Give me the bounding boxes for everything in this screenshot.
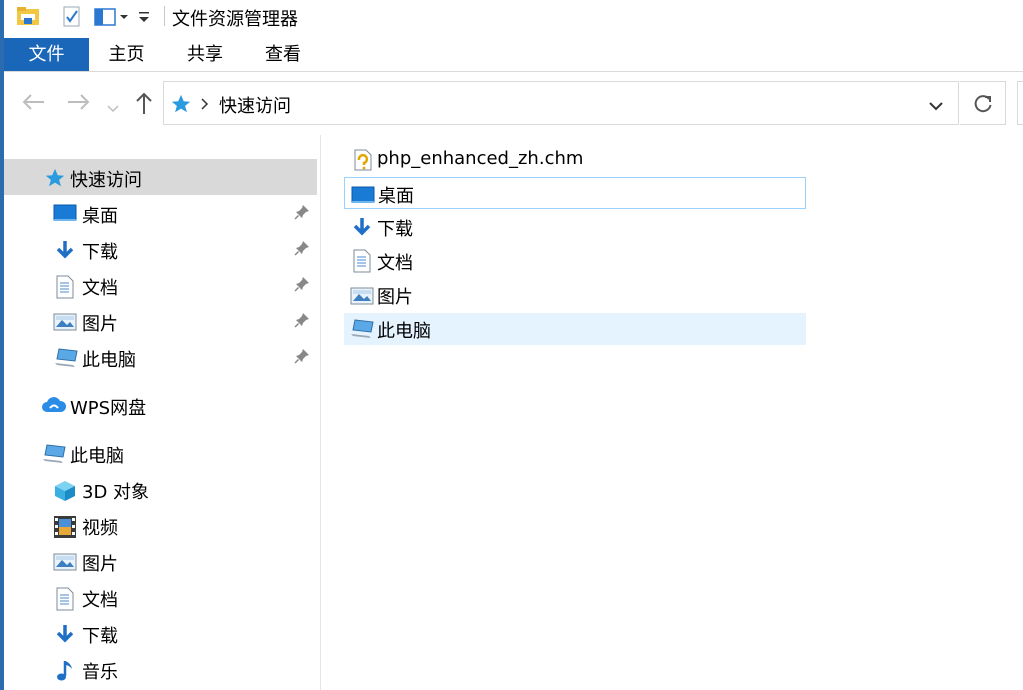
nav-item-3d-objects[interactable]: 3D 对象: [4, 471, 317, 507]
tab-share[interactable]: 共享: [166, 38, 244, 71]
pictures-icon: [350, 287, 374, 309]
nav-item-this-pc[interactable]: 此电脑: [4, 435, 317, 471]
nav-label: 下载: [82, 242, 118, 263]
customize-toolbar-chevron-icon[interactable]: [138, 9, 150, 29]
nav-label: 3D 对象: [82, 482, 150, 503]
desktop-icon: [53, 204, 77, 226]
nav-item-this-pc-pinned[interactable]: 此电脑: [4, 339, 317, 375]
nav-label: 桌面: [82, 206, 118, 227]
pin-icon[interactable]: [294, 312, 310, 332]
nav-item-documents[interactable]: 文档: [4, 267, 317, 303]
wps-cloud-icon: [41, 396, 67, 418]
nav-item-videos[interactable]: 视频: [4, 507, 317, 543]
list-item[interactable]: 文档: [344, 245, 806, 277]
nav-label: WPS网盘: [70, 398, 147, 419]
help-file-icon: [353, 148, 373, 176]
list-item[interactable]: 桌面: [344, 177, 806, 209]
up-arrow-icon[interactable]: [132, 90, 156, 121]
address-path[interactable]: 快速访问: [219, 92, 291, 118]
window-title: 文件资源管理器: [172, 9, 298, 30]
documents-icon: [55, 587, 75, 615]
back-arrow-icon[interactable]: [20, 90, 46, 119]
address-dropdown-chevron-icon[interactable]: [928, 97, 944, 116]
music-icon: [55, 659, 75, 687]
file-label: 图片: [377, 287, 413, 308]
refresh-button[interactable]: [960, 81, 1006, 125]
list-item[interactable]: php_enhanced_zh.chm: [344, 144, 806, 176]
pin-icon[interactable]: [294, 348, 310, 368]
nav-label: 此电脑: [82, 350, 136, 371]
download-icon: [352, 216, 372, 242]
nav-item-pictures[interactable]: 图片: [4, 303, 317, 339]
download-icon: [55, 623, 75, 649]
nav-item-pictures-pc[interactable]: 图片: [4, 543, 317, 579]
list-item[interactable]: 下载: [344, 211, 806, 243]
file-label: php_enhanced_zh.chm: [377, 148, 584, 169]
search-box[interactable]: [1017, 81, 1023, 125]
file-label: 文档: [377, 253, 413, 274]
nav-label: 文档: [82, 278, 118, 299]
title-separator: [164, 6, 165, 26]
this-pc-icon: [41, 443, 67, 469]
file-label: 此电脑: [377, 321, 431, 342]
navigation-pane: 快速访问 桌面 下载 文档 图片 此电脑 WPS网盘 此电脑 3D 对象 视频 …: [4, 135, 320, 690]
videos-icon: [53, 515, 77, 543]
refresh-icon: [972, 93, 994, 119]
nav-item-quick-access[interactable]: 快速访问: [4, 159, 317, 195]
nav-label: 视频: [82, 518, 118, 539]
pin-icon[interactable]: [294, 240, 310, 260]
nav-label: 下载: [82, 626, 118, 647]
documents-icon: [352, 249, 372, 277]
pictures-icon: [53, 553, 77, 575]
desktop-icon: [351, 186, 375, 208]
nav-label: 文档: [82, 590, 118, 611]
new-folder-icon[interactable]: [94, 8, 134, 30]
tab-home[interactable]: 主页: [89, 38, 164, 71]
properties-icon[interactable]: [62, 6, 82, 32]
quick-access-star-icon: [44, 167, 66, 193]
file-label: 下载: [377, 219, 413, 240]
pin-icon[interactable]: [294, 276, 310, 296]
file-label: 桌面: [378, 186, 414, 207]
pin-icon[interactable]: [294, 204, 310, 224]
ribbon-tabs: 文件 主页 共享 查看: [4, 38, 1023, 72]
address-bar[interactable]: 快速访问: [163, 81, 959, 125]
nav-item-documents-pc[interactable]: 文档: [4, 579, 317, 615]
this-pc-icon: [349, 318, 375, 344]
forward-arrow-icon[interactable]: [66, 90, 92, 119]
nav-item-music[interactable]: 音乐: [4, 651, 317, 687]
nav-label: 此电脑: [70, 446, 124, 467]
pictures-icon: [53, 313, 77, 335]
title-bar: 文件资源管理器: [4, 0, 1023, 34]
folder-icon[interactable]: [16, 5, 40, 31]
nav-item-downloads-pc[interactable]: 下载: [4, 615, 317, 651]
list-item[interactable]: 此电脑: [344, 313, 806, 345]
this-pc-icon: [53, 347, 79, 373]
nav-label: 图片: [82, 314, 118, 335]
nav-item-downloads[interactable]: 下载: [4, 231, 317, 267]
tab-file[interactable]: 文件: [4, 38, 89, 71]
documents-icon: [55, 275, 75, 303]
nav-label: 快速访问: [70, 170, 142, 191]
tab-view[interactable]: 查看: [244, 38, 322, 71]
nav-item-desktop[interactable]: 桌面: [4, 195, 317, 231]
breadcrumb-chevron-icon[interactable]: [200, 96, 210, 115]
quick-access-star-icon: [170, 93, 192, 119]
content-pane: php_enhanced_zh.chm 桌面 下载 文档 图片 此电脑: [321, 135, 1023, 690]
recent-locations-chevron-icon[interactable]: [106, 96, 120, 120]
3d-objects-icon: [53, 479, 77, 507]
list-item[interactable]: 图片: [344, 279, 806, 311]
nav-item-wps-cloud[interactable]: WPS网盘: [4, 387, 317, 423]
nav-label: 音乐: [82, 662, 118, 683]
nav-label: 图片: [82, 554, 118, 575]
download-icon: [55, 239, 75, 265]
